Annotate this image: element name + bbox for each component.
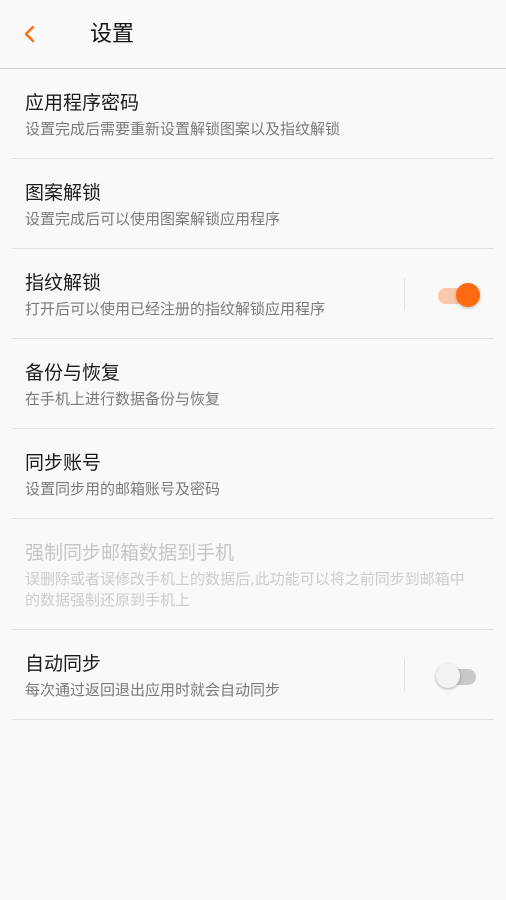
setting-force-sync: 强制同步邮箱数据到手机 误删除或者误修改手机上的数据后,此功能可以将之前同步到邮… [12, 519, 494, 630]
setting-title: 备份与恢复 [25, 362, 121, 384]
setting-backup-restore[interactable]: 备份与恢复 在手机上进行数据备份与恢复 [12, 339, 494, 429]
setting-description: 在手机上进行数据备份与恢复 [25, 390, 221, 408]
chevron-left-icon [24, 25, 35, 43]
setting-title: 图案解锁 [25, 182, 102, 204]
setting-description: 设置完成后需要重新设置解锁图案以及指纹解锁 [25, 120, 341, 138]
setting-description: 每次通过返回退出应用时就会自动同步 [25, 681, 281, 699]
setting-pattern-unlock[interactable]: 图案解锁 设置完成后可以使用图案解锁应用程序 [12, 159, 494, 249]
setting-description: 设置同步用的邮箱账号及密码 [25, 480, 221, 498]
fingerprint-unlock-toggle[interactable] [436, 282, 480, 308]
app-header: 设置 [0, 0, 506, 69]
setting-description: 设置完成后可以使用图案解锁应用程序 [25, 210, 281, 228]
page-title: 设置 [90, 22, 135, 47]
setting-fingerprint-unlock[interactable]: 指纹解锁 打开后可以使用已经注册的指纹解锁应用程序 [12, 249, 494, 339]
settings-list: 应用程序密码 设置完成后需要重新设置解锁图案以及指纹解锁 图案解锁 设置完成后可… [12, 69, 494, 720]
setting-title: 指纹解锁 [25, 272, 102, 294]
toggle-knob [436, 664, 460, 688]
back-button[interactable] [10, 14, 50, 54]
setting-sync-account[interactable]: 同步账号 设置同步用的邮箱账号及密码 [12, 429, 494, 519]
vertical-divider [404, 278, 405, 310]
setting-title: 自动同步 [25, 653, 102, 675]
setting-title: 同步账号 [25, 452, 102, 474]
setting-app-password[interactable]: 应用程序密码 设置完成后需要重新设置解锁图案以及指纹解锁 [12, 69, 494, 159]
toggle-knob [456, 283, 480, 307]
setting-title: 应用程序密码 [25, 92, 140, 114]
auto-sync-toggle[interactable] [436, 663, 480, 689]
vertical-divider [404, 659, 405, 691]
setting-auto-sync[interactable]: 自动同步 每次通过返回退出应用时就会自动同步 [12, 630, 494, 720]
setting-description: 误删除或者误修改手机上的数据后,此功能可以将之前同步到邮箱中的数据强制还原到手机… [25, 570, 465, 609]
setting-description: 打开后可以使用已经注册的指纹解锁应用程序 [25, 300, 326, 318]
setting-title: 强制同步邮箱数据到手机 [25, 542, 235, 564]
